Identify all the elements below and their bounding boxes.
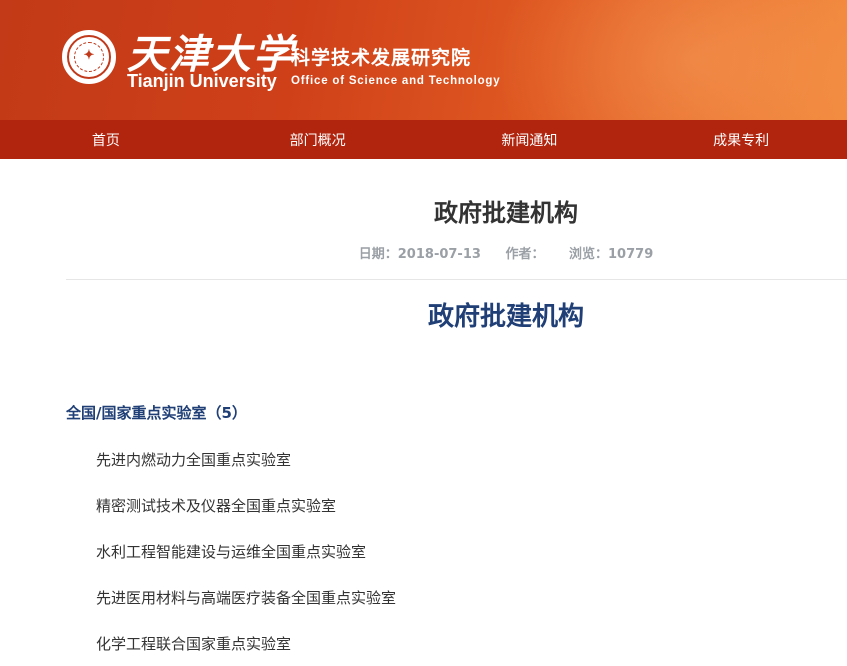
article-title: 政府批建机构 xyxy=(434,199,578,227)
list-item: 化学工程联合国家重点实验室 xyxy=(96,635,292,653)
views-label: 浏览： xyxy=(569,247,609,262)
list-item: 先进医用材料与高端医疗装备全国重点实验室 xyxy=(96,589,397,607)
date-meta: 日期：2018-07-13 xyxy=(359,247,481,262)
department-name-en: Office of Science and Technology xyxy=(291,75,501,87)
site-header: ✦ 天津大学 Tianjin University 科学技术发展研究院 Offi… xyxy=(0,0,847,120)
nav-item-achievements-patents[interactable]: 成果专利 xyxy=(635,120,847,159)
nav-item-department-overview[interactable]: 部门概况 xyxy=(212,120,424,159)
list-item: 精密测试技术及仪器全国重点实验室 xyxy=(96,497,337,515)
author-label: 作者： xyxy=(505,247,545,262)
views-value: 10779 xyxy=(608,247,654,262)
article-meta: 日期：2018-07-13 作者： 浏览：10779 xyxy=(66,243,847,262)
nav-item-home[interactable]: 首页 xyxy=(0,120,212,159)
views-meta: 浏览：10779 xyxy=(569,247,653,262)
date-value: 2018-07-13 xyxy=(397,247,481,262)
author-meta: 作者： xyxy=(505,247,544,262)
university-seal-logo[interactable]: ✦ xyxy=(62,30,116,84)
header-glow xyxy=(487,0,847,120)
date-label: 日期： xyxy=(358,247,398,262)
title-divider xyxy=(66,279,847,280)
university-name-en[interactable]: Tianjin University xyxy=(127,71,277,92)
section-heading-national-labs: 全国/国家重点实验室（5） xyxy=(66,404,247,422)
seal-glyph: ✦ xyxy=(83,48,95,63)
main-nav: 首页 部门概况 新闻通知 成果专利 xyxy=(0,120,847,159)
nav-item-news[interactable]: 新闻通知 xyxy=(424,120,636,159)
department-name-cn: 科学技术发展研究院 xyxy=(291,47,472,69)
list-item: 水利工程智能建设与运维全国重点实验室 xyxy=(96,543,367,561)
university-name-cn[interactable]: 天津大学 xyxy=(127,22,295,78)
lab-list: 先进内燃动力全国重点实验室 精密测试技术及仪器全国重点实验室 水利工程智能建设与… xyxy=(96,449,396,666)
content-heading: 政府批建机构 xyxy=(427,302,584,332)
list-item: 先进内燃动力全国重点实验室 xyxy=(96,451,292,469)
